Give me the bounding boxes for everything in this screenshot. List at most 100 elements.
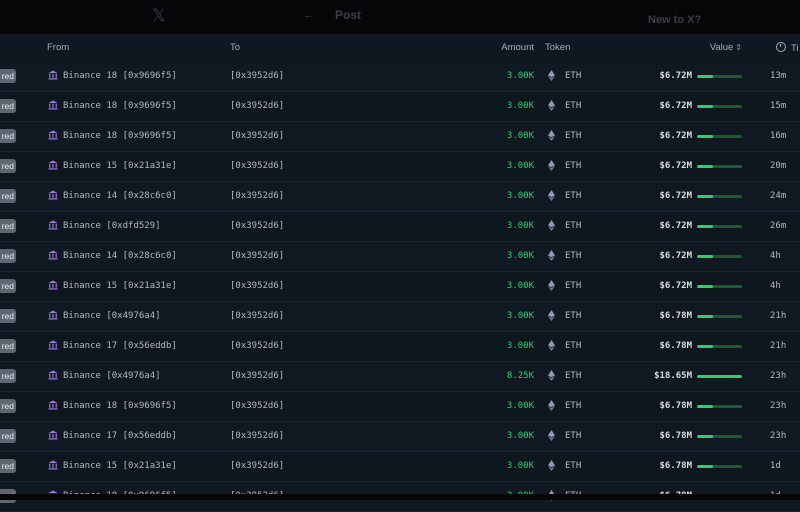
table-row[interactable]: red Binance 18 [0x9696f5] [0x3952d6] 3.00K E… (0, 92, 800, 122)
header-value-label: Value (709, 42, 734, 53)
token-symbol[interactable]: ETH (565, 221, 581, 231)
value-bar (697, 225, 742, 228)
status-badge: red (0, 309, 16, 323)
to-address[interactable]: [0x3952d6] (230, 281, 284, 291)
time-ago: 23h (770, 431, 787, 441)
value-bar-fill (697, 375, 742, 378)
token-symbol[interactable]: ETH (565, 131, 581, 141)
table-row[interactable]: red Binance 15 [0x21a31e] [0x3952d6] 3.00K E… (0, 272, 800, 302)
status-label: red (1, 431, 14, 441)
table-row[interactable]: red Binance [0x4976a4] [0x3952d6] 8.25K ETH $… (0, 362, 800, 392)
from-address[interactable]: Binance 14 [0x28c6c0] (63, 191, 177, 201)
eth-icon (548, 250, 555, 261)
to-address[interactable]: [0x3952d6] (230, 431, 284, 441)
from-address[interactable]: Binance 18 [0x9696f5] (63, 131, 177, 141)
token-symbol[interactable]: ETH (565, 461, 581, 471)
token-symbol[interactable]: ETH (565, 251, 581, 261)
time-ago: 23h (770, 401, 787, 411)
value-bar (697, 75, 742, 78)
x-logo-icon[interactable]: 𝕏 (152, 6, 166, 26)
from-address[interactable]: Binance 14 [0x28c6c0] (63, 251, 177, 261)
value-bar-fill (697, 195, 713, 198)
table-row[interactable]: red Binance 18 [0x9696f5] [0x3952d6] 3.00K E… (0, 122, 800, 152)
table-row[interactable]: red Binance 18 [0x9696f5] [0x3952d6] 3.00K E… (0, 62, 800, 92)
to-address[interactable]: [0x3952d6] (230, 371, 284, 381)
table-row[interactable]: red Binance 17 [0x56eddb] [0x3952d6] 3.00K E… (0, 332, 800, 362)
value-bar (697, 195, 742, 198)
token-symbol[interactable]: ETH (565, 311, 581, 321)
table-row[interactable]: red Binance [0xdfd529] [0x3952d6] 3.00K ETH $… (0, 212, 800, 242)
from-address[interactable]: Binance 18 [0x9696f5] (63, 101, 177, 111)
to-address[interactable]: [0x3952d6] (230, 401, 284, 411)
amount: 3.00K (506, 161, 534, 171)
to-address[interactable]: [0x3952d6] (230, 311, 284, 321)
usd-value: $6.72M (659, 161, 692, 171)
bank-icon (48, 280, 58, 290)
time-ago: 4h (770, 251, 781, 261)
table-row[interactable]: red Binance 17 [0x56eddb] [0x3952d6] 3.00K E… (0, 422, 800, 452)
time-ago: 24m (770, 191, 787, 201)
eth-icon (548, 460, 555, 471)
from-address[interactable]: Binance 17 [0x56eddb] (63, 341, 177, 351)
table-row[interactable]: red Binance [0x4976a4] [0x3952d6] 3.00K ETH $… (0, 302, 800, 332)
table-row[interactable]: red Binance 18 [0x9696f5] [0x3952d6] 3.00K E… (0, 392, 800, 422)
to-address[interactable]: [0x3952d6] (230, 461, 284, 471)
sort-icon[interactable]: ⇕ (735, 43, 742, 52)
eth-icon (548, 190, 555, 201)
to-address[interactable]: [0x3952d6] (230, 131, 284, 141)
bank-icon (48, 130, 58, 140)
to-address[interactable]: [0x3952d6] (230, 341, 284, 351)
table-row[interactable]: red Binance 15 [0x21a31e] [0x3952d6] 3.00K E… (0, 152, 800, 182)
header-time[interactable]: Ti (776, 42, 799, 54)
token-symbol[interactable]: ETH (565, 191, 581, 201)
amount: 3.00K (506, 431, 534, 441)
token-symbol[interactable]: ETH (565, 371, 581, 381)
amount: 3.00K (506, 281, 534, 291)
post-title: Post (335, 8, 362, 22)
header-token[interactable]: Token (545, 42, 570, 53)
to-address[interactable]: [0x3952d6] (230, 71, 284, 81)
value-bar (697, 375, 742, 378)
from-address[interactable]: Binance 15 [0x21a31e] (63, 161, 177, 171)
token-symbol[interactable]: ETH (565, 431, 581, 441)
to-address[interactable]: [0x3952d6] (230, 161, 284, 171)
from-address[interactable]: Binance 18 [0x9696f5] (63, 71, 177, 81)
from-address[interactable]: Binance 18 [0x9696f5] (63, 401, 177, 411)
header-from[interactable]: From (47, 42, 69, 53)
status-badge: red (0, 369, 16, 383)
bank-icon (48, 100, 58, 110)
token-symbol[interactable]: ETH (565, 401, 581, 411)
token-symbol[interactable]: ETH (565, 101, 581, 111)
header-value[interactable]: Value ⇕ (680, 42, 742, 53)
value-bar-fill (697, 135, 713, 138)
to-address[interactable]: [0x3952d6] (230, 101, 284, 111)
value-bar-fill (697, 465, 713, 468)
table-row[interactable]: red Binance 14 [0x28c6c0] [0x3952d6] 3.00K E… (0, 182, 800, 212)
to-address[interactable]: [0x3952d6] (230, 191, 284, 201)
to-address[interactable]: [0x3952d6] (230, 221, 284, 231)
bank-icon (48, 460, 58, 470)
from-address[interactable]: Binance 15 [0x21a31e] (63, 281, 177, 291)
header-amount[interactable]: Amount (490, 42, 534, 53)
token-symbol[interactable]: ETH (565, 161, 581, 171)
token-symbol[interactable]: ETH (565, 71, 581, 81)
eth-icon (548, 70, 555, 81)
header-to[interactable]: To (230, 42, 240, 53)
value-bar (697, 135, 742, 138)
eth-icon (548, 310, 555, 321)
usd-value: $6.72M (659, 131, 692, 141)
from-address[interactable]: Binance [0x4976a4] (63, 371, 161, 381)
from-address[interactable]: Binance [0xdfd529] (63, 221, 161, 231)
table-header: From To Amount Token Value ⇕ Ti (0, 34, 800, 63)
table-row[interactable]: red Binance 14 [0x28c6c0] [0x3952d6] 3.00K E… (0, 242, 800, 272)
to-address[interactable]: [0x3952d6] (230, 251, 284, 261)
table-row[interactable]: red Binance 15 [0x21a31e] [0x3952d6] 3.00K E… (0, 452, 800, 482)
back-arrow-icon[interactable]: ← (303, 9, 314, 21)
from-address[interactable]: Binance 17 [0x56eddb] (63, 431, 177, 441)
eth-icon (548, 400, 555, 411)
token-symbol[interactable]: ETH (565, 281, 581, 291)
from-address[interactable]: Binance [0x4976a4] (63, 311, 161, 321)
from-address[interactable]: Binance 15 [0x21a31e] (63, 461, 177, 471)
bank-icon (48, 70, 58, 80)
token-symbol[interactable]: ETH (565, 341, 581, 351)
